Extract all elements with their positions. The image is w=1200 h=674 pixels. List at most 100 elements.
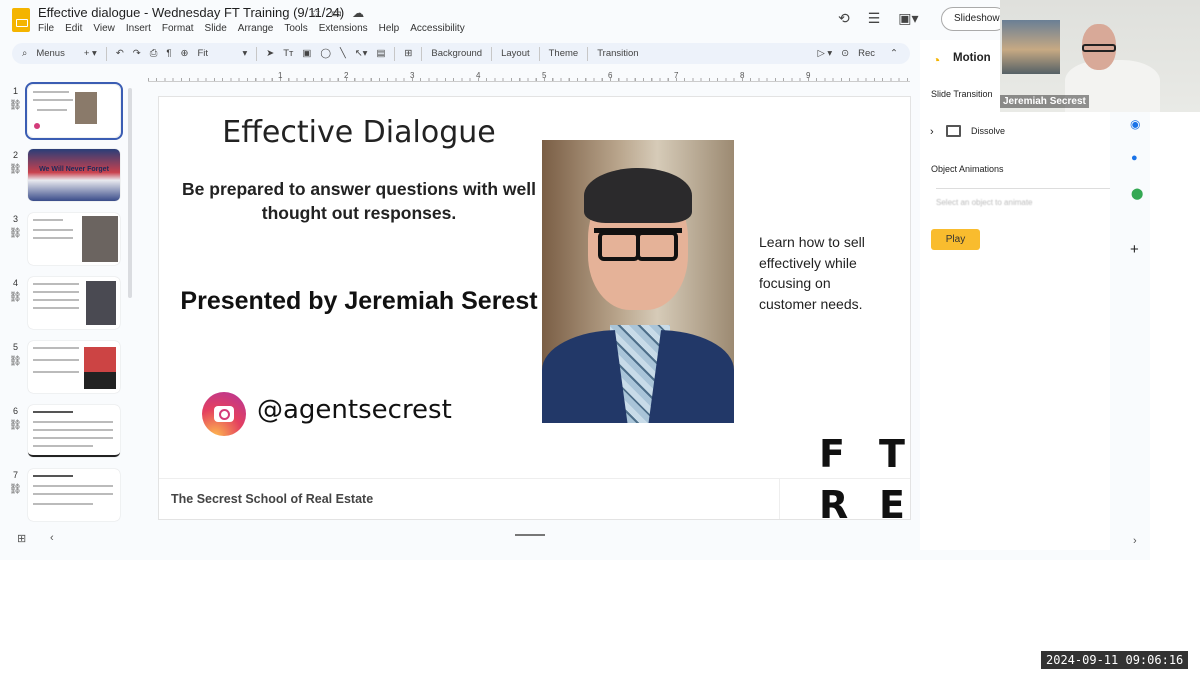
slide-subtitle[interactable]: Be prepared to answer questions with wel… xyxy=(179,177,539,225)
shape-icon[interactable]: ◯ xyxy=(320,48,331,59)
background-button[interactable]: Background xyxy=(431,48,482,59)
motion-title: Motion xyxy=(953,52,991,64)
menu-edit[interactable]: Edit xyxy=(65,23,82,34)
menus-search[interactable]: Menus xyxy=(36,48,65,59)
meet-icon[interactable]: ▣▾ xyxy=(898,10,918,27)
line-icon[interactable]: ╲ xyxy=(340,48,346,59)
star-icon[interactable]: ☆ xyxy=(310,6,321,20)
side-text[interactable]: Learn how to sell effectively while focu… xyxy=(759,232,869,314)
thumbnail-slide-2[interactable]: We Will Never Forget xyxy=(28,149,120,201)
zoom-select[interactable]: Fit xyxy=(197,48,233,59)
add-addon-icon[interactable]: + xyxy=(1130,241,1139,258)
thumbnail-slide-7[interactable] xyxy=(28,469,120,521)
line-arrow-icon[interactable]: ↖▾ xyxy=(355,48,368,59)
menu-help[interactable]: Help xyxy=(379,23,400,34)
menu-tools[interactable]: Tools xyxy=(284,23,307,34)
collapse-icon[interactable]: ⌃ xyxy=(890,48,898,59)
calendar-icon[interactable]: ◉ xyxy=(1130,117,1140,131)
menu-insert[interactable]: Insert xyxy=(126,23,151,34)
print-icon[interactable]: ⎙ xyxy=(150,48,158,59)
ruler-label: 4 xyxy=(476,71,481,80)
placeholder-icon[interactable]: ▤ xyxy=(376,48,385,59)
history-icon[interactable]: ⟲ xyxy=(838,10,850,27)
layout-button[interactable]: Layout xyxy=(501,48,530,59)
toolbar: ⌕ Menus + ▾ ↶ ↷ ⎙ ¶ ⊕ Fit ▾ ➤ Tт ▣ ◯ ╲ ↖… xyxy=(12,43,910,64)
presenter-photo[interactable] xyxy=(542,140,734,423)
logo-letter: R xyxy=(819,483,849,520)
timestamp: 2024-09-11 09:06:16 xyxy=(1041,651,1189,669)
menu-format[interactable]: Format xyxy=(162,23,194,34)
search-icon[interactable]: ⌕ xyxy=(22,48,27,59)
theme-button[interactable]: Theme xyxy=(549,48,579,59)
add-comment-icon[interactable]: ⊞ xyxy=(404,48,412,59)
thumbnail-slide-6[interactable] xyxy=(28,405,120,457)
logo-letter: E xyxy=(879,483,905,520)
motion-panel: ◔ Motion Slide Transition › Dissolve Obj… xyxy=(920,40,1110,550)
horizontal-ruler[interactable] xyxy=(148,70,910,82)
rec-icon[interactable]: ⊙ xyxy=(841,48,849,59)
ruler-label: 2 xyxy=(344,71,349,80)
speaker-notes-handle[interactable] xyxy=(515,534,545,536)
link-icon: ⛓ xyxy=(9,164,22,175)
glasses xyxy=(1082,44,1116,52)
zoom-icon[interactable]: ⊕ xyxy=(180,48,188,59)
logo-letter: F xyxy=(819,432,845,476)
instagram-handle[interactable]: @agentsecrest xyxy=(257,395,452,425)
thumb-number: 3 xyxy=(13,214,19,224)
slide-transition-label: Slide Transition xyxy=(931,89,993,99)
thumbnail-slide-3[interactable] xyxy=(28,213,120,265)
image-icon[interactable]: ▣ xyxy=(302,48,311,59)
link-icon: ⛓ xyxy=(9,356,22,367)
object-animations-label: Object Animations xyxy=(931,164,1004,174)
menu-slide[interactable]: Slide xyxy=(205,23,227,34)
link-icon: ⛓ xyxy=(9,292,22,303)
animation-placeholder: Select an object to animate xyxy=(936,198,1033,207)
new-slide-button[interactable]: + ▾ xyxy=(84,48,97,59)
expand-sidepanel-icon[interactable]: › xyxy=(1133,535,1137,547)
link-icon: ⛓ xyxy=(9,420,22,431)
transition-select[interactable]: Dissolve xyxy=(971,126,1005,136)
expand-icon[interactable]: › xyxy=(930,126,934,138)
thumb-number: 6 xyxy=(13,406,19,416)
thumbnail-slide-1[interactable] xyxy=(25,82,123,140)
redo-icon[interactable]: ↷ xyxy=(133,48,141,59)
slideshow-button[interactable]: Slideshow xyxy=(941,7,1007,31)
move-folder-icon[interactable]: ▭ xyxy=(331,6,342,20)
comments-icon[interactable]: ☰ xyxy=(868,10,881,27)
select-icon[interactable]: ➤ xyxy=(266,48,274,59)
slides-logo[interactable] xyxy=(12,8,30,32)
pointer-icon[interactable]: ▷ ▾ xyxy=(817,48,832,59)
maps-icon[interactable]: ⬤ xyxy=(1131,187,1143,200)
paint-format-icon[interactable]: ¶ xyxy=(166,48,171,59)
divider xyxy=(587,46,589,61)
undo-icon[interactable]: ↶ xyxy=(116,48,124,59)
instagram-icon xyxy=(202,392,246,436)
text-box-icon[interactable]: Tт xyxy=(283,48,293,59)
menu-accessibility[interactable]: Accessibility xyxy=(410,23,464,34)
thumbnail-slide-4[interactable] xyxy=(28,277,120,329)
thumb-number: 4 xyxy=(13,278,19,288)
slide-title[interactable]: Effective Dialogue xyxy=(159,115,559,150)
footer-divider xyxy=(779,479,780,519)
menu-file[interactable]: File xyxy=(38,23,54,34)
play-button[interactable]: Play xyxy=(931,229,980,250)
presenter-text[interactable]: Presented by Jeremiah Serest xyxy=(179,283,539,319)
document-title[interactable]: Effective dialogue - Wednesday FT Traini… xyxy=(38,5,344,20)
ruler-label: 7 xyxy=(674,71,679,80)
title-icons: ☆ ▭ ☁ xyxy=(310,6,364,20)
slides-app: Effective dialogue - Wednesday FT Traini… xyxy=(0,0,1150,560)
menu-arrange[interactable]: Arrange xyxy=(238,23,274,34)
slide-canvas[interactable]: Effective Dialogue Be prepared to answer… xyxy=(158,96,911,520)
grid-view-icon[interactable]: ⊞ xyxy=(17,532,26,545)
cloud-status-icon[interactable]: ☁ xyxy=(352,6,364,20)
thumbnail-slide-5[interactable] xyxy=(28,341,120,393)
footer-text[interactable]: The Secrest School of Real Estate xyxy=(171,492,373,506)
chevron-down-icon[interactable]: ▾ xyxy=(242,48,247,59)
menu-bar: File Edit View Insert Format Slide Arran… xyxy=(38,23,465,34)
menu-extensions[interactable]: Extensions xyxy=(319,23,368,34)
menu-view[interactable]: View xyxy=(93,23,115,34)
transition-button[interactable]: Transition xyxy=(597,48,638,59)
rec-button[interactable]: Rec xyxy=(858,48,875,59)
contacts-icon[interactable]: ● xyxy=(1131,152,1138,164)
collapse-panel-icon[interactable]: ‹ xyxy=(50,532,54,544)
